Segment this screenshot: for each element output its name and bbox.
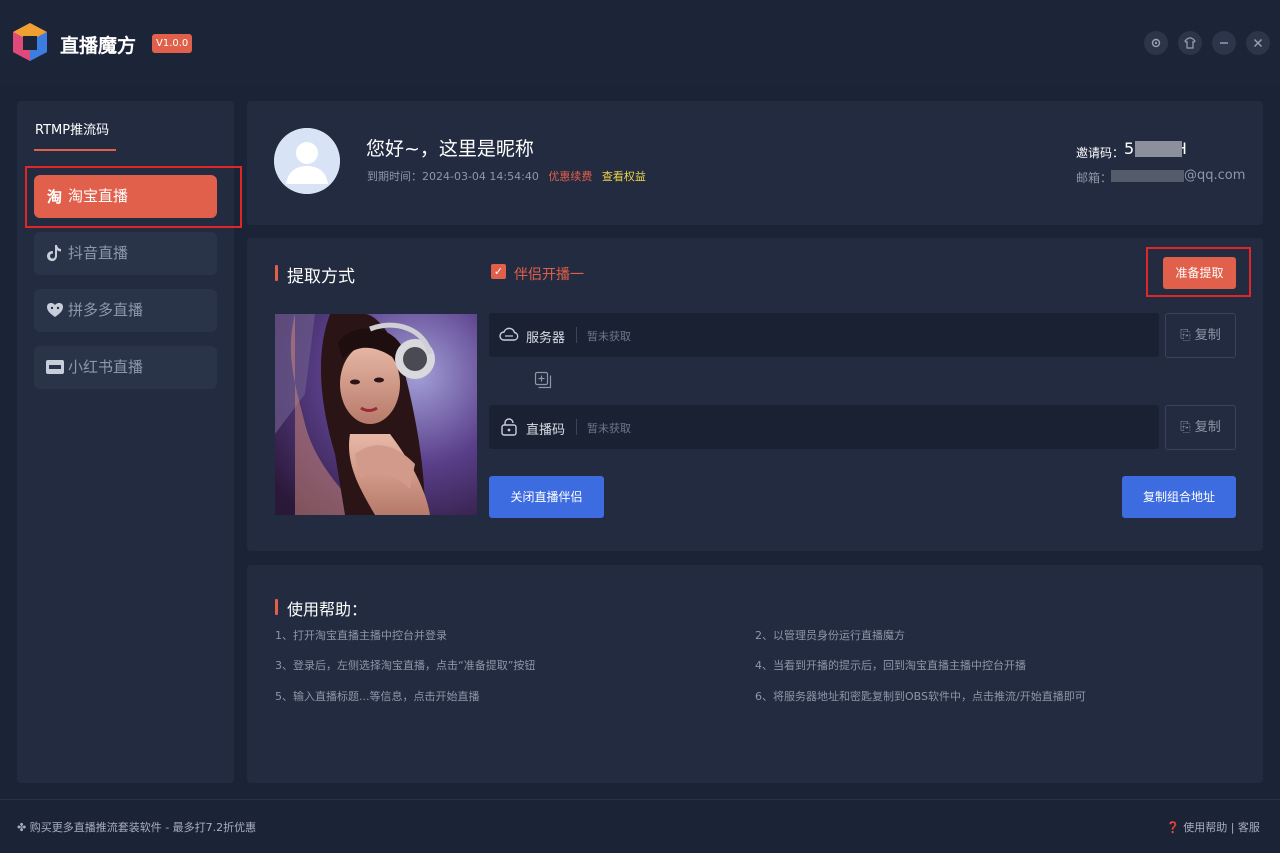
- profile-card: 您好~，这里是昵称 到期时间：2024-03-04 14:54:40 优惠续费 …: [247, 101, 1263, 225]
- douyin-icon: [47, 245, 61, 262]
- pinduoduo-icon: [47, 303, 63, 317]
- benefits-link[interactable]: 查看权益: [602, 170, 646, 183]
- email-domain: @qq.com: [1184, 168, 1246, 183]
- section-accent-bar: [275, 265, 278, 281]
- preview-image: [275, 314, 477, 515]
- server-field[interactable]: 服务器 暂未获取: [489, 313, 1159, 357]
- help-card: 使用帮助： 1、打开淘宝直播主播中控台并登录 2、以管理员身份运行直播魔方 3、…: [247, 565, 1263, 783]
- app-title: 直播魔方: [60, 35, 137, 57]
- field-separator: [576, 419, 577, 435]
- grid-icon: ✤: [17, 821, 27, 834]
- help-title: 使用帮助：: [287, 600, 368, 619]
- stream-key-field[interactable]: 直播码 暂未获取: [489, 405, 1159, 449]
- greeting-text: 您好~，这里是昵称: [366, 138, 534, 160]
- invite-code-mask: [1135, 141, 1182, 157]
- copy-server-button[interactable]: ⎘ 复制: [1165, 313, 1236, 358]
- copy-stream-key-label: 复制: [1194, 420, 1221, 435]
- stream-key-value: 暂未获取: [587, 422, 631, 435]
- companion-checkbox[interactable]: ✓: [491, 264, 506, 279]
- sidebar-item-pinduoduo[interactable]: 拼多多直播: [34, 289, 217, 332]
- close-companion-button[interactable]: 关闭直播伴侣: [489, 476, 604, 518]
- invite-label: 邀请码：: [1076, 146, 1125, 160]
- close-button[interactable]: [1246, 31, 1270, 55]
- help-step-1: 1、打开淘宝直播主播中控台并登录: [275, 629, 447, 642]
- xiaohongshu-icon: [46, 360, 64, 374]
- footer-promo-text: 购买更多直播推流套装软件 - 最多打7.2折优惠: [29, 821, 257, 834]
- copy-icon: ⎘: [1180, 420, 1191, 435]
- title-bar: 直播魔方 V1.0.0: [0, 0, 1280, 86]
- lock-icon: [501, 418, 517, 436]
- field-separator: [576, 327, 577, 343]
- companion-label[interactable]: 伴侣开播一: [514, 264, 584, 284]
- footer-divider: [0, 799, 1280, 800]
- expire-row: 到期时间：2024-03-04 14:54:40 优惠续费 查看权益: [367, 168, 646, 184]
- email-mask: [1111, 170, 1184, 182]
- footer-links: ❓ 使用帮助 | 客服: [1166, 819, 1260, 835]
- help-link[interactable]: 使用帮助: [1183, 821, 1227, 834]
- section-accent-bar: [275, 599, 278, 615]
- minimize-button[interactable]: [1212, 31, 1236, 55]
- service-link[interactable]: 客服: [1238, 821, 1260, 834]
- sidebar-heading-underline: [34, 149, 116, 151]
- version-badge: V1.0.0: [152, 34, 193, 53]
- app-logo-icon: [13, 23, 47, 61]
- stream-key-label: 直播码: [526, 423, 566, 438]
- gear-icon: [1151, 38, 1161, 48]
- footer-promo[interactable]: ✤ 购买更多直播推流套装软件 - 最多打7.2折优惠: [17, 819, 256, 835]
- sidebar-item-xiaohongshu[interactable]: 小红书直播: [34, 346, 217, 389]
- renew-link[interactable]: 优惠续费: [548, 170, 592, 183]
- copy-server-label: 复制: [1194, 328, 1221, 343]
- sidebar-item-label: 拼多多直播: [68, 301, 144, 319]
- copy-icon: ⎘: [1180, 328, 1191, 343]
- sidebar-item-douyin[interactable]: 抖音直播: [34, 232, 217, 275]
- email-label: 邮箱：: [1076, 171, 1113, 185]
- avatar[interactable]: [274, 128, 340, 194]
- extract-card: 提取方式 ✓ 伴侣开播一 准备提取 服务器 暂未获取 ⎘ 复制 直播码 暂未获取…: [247, 238, 1263, 551]
- highlight-frame-taobao: [25, 166, 242, 228]
- server-value: 暂未获取: [587, 330, 631, 343]
- help-circle-icon: ❓: [1166, 821, 1180, 834]
- woman-headphones-image: [275, 314, 477, 515]
- help-step-5: 5、输入直播标题...等信息，点击开始直播: [275, 690, 480, 703]
- copy-stream-key-button[interactable]: ⎘ 复制: [1165, 405, 1236, 450]
- sidebar-item-label: 小红书直播: [68, 358, 144, 376]
- help-step-6: 6、将服务器地址和密匙复制到OBS软件中，点击推流/开始直播即可: [755, 690, 1086, 703]
- help-step-2: 2、以管理员身份运行直播魔方: [755, 629, 905, 642]
- cloud-server-icon: [499, 327, 519, 341]
- minimize-icon: [1220, 42, 1228, 44]
- sidebar-heading: RTMP推流码: [35, 123, 110, 138]
- expire-time: 到期时间：2024-03-04 14:54:40: [367, 170, 539, 183]
- help-step-3: 3、登录后，左侧选择淘宝直播，点击“准备提取”按钮: [275, 659, 536, 672]
- footer-link-separator: |: [1230, 821, 1235, 834]
- highlight-frame-prepare: [1146, 247, 1251, 297]
- close-icon: [1254, 39, 1262, 47]
- help-step-4: 4、当看到开播的提示后，回到淘宝直播主播中控台开播: [755, 659, 1026, 672]
- extract-title: 提取方式: [287, 267, 355, 287]
- server-label: 服务器: [526, 331, 566, 346]
- settings-button[interactable]: [1144, 31, 1168, 55]
- user-avatar-icon: [274, 128, 340, 194]
- shirt-icon: [1184, 37, 1196, 49]
- copy-combined-address-button[interactable]: 复制组合地址: [1122, 476, 1236, 518]
- add-icon[interactable]: [534, 371, 552, 389]
- sidebar-item-label: 抖音直播: [68, 244, 129, 262]
- skin-button[interactable]: [1178, 31, 1202, 55]
